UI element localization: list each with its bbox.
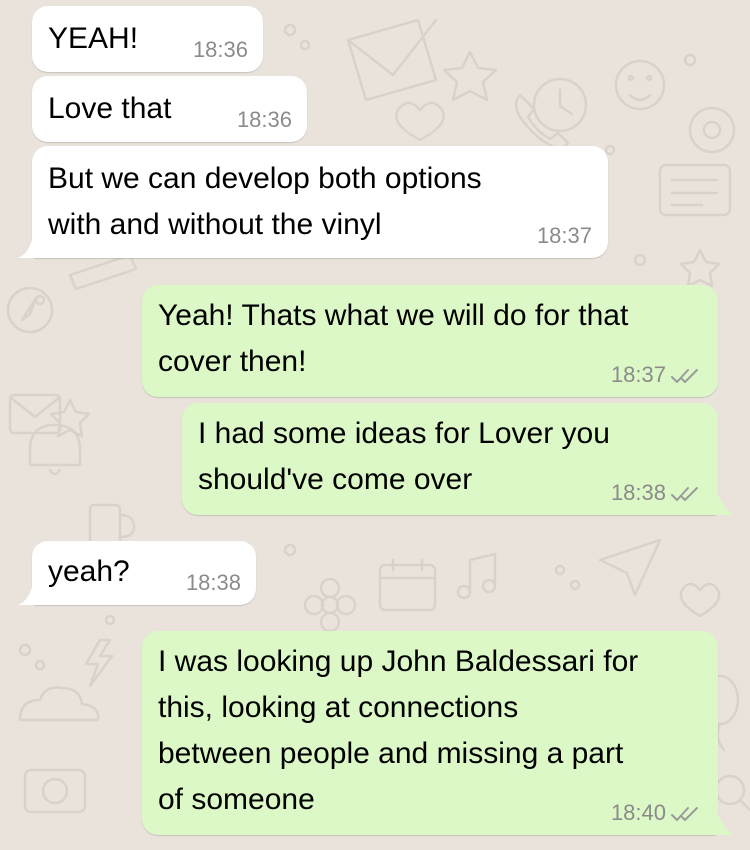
message-text: Yeah! Thats what we will do for that cov… [158, 299, 629, 378]
timestamp-text: 18:36 [236, 107, 292, 132]
message-text: Love that [48, 92, 172, 125]
bubble-tail-outgoing [716, 497, 734, 515]
message-timestamp: 18:37 [611, 363, 700, 387]
message-timestamp: 18:37 [537, 224, 592, 248]
double-check-read-icon [671, 487, 698, 502]
message-bubble-outgoing[interactable]: I was looking up John Baldessari for thi… [142, 631, 718, 835]
message-bubble-outgoing[interactable]: I had some ideas for Lover you should've… [182, 403, 718, 515]
message-text: But we can develop both options with and… [48, 162, 482, 241]
message-bubble-incoming[interactable]: YEAH! 18:36 [32, 6, 263, 72]
message-text: YEAH! [48, 22, 139, 55]
message-timestamp: 18:38 [186, 571, 241, 595]
message-timestamp: 18:36 [193, 38, 248, 62]
timestamp-text: 18:40 [610, 800, 666, 825]
message-bubble-outgoing[interactable]: Yeah! Thats what we will do for that cov… [142, 285, 718, 397]
timestamp-text: 18:37 [610, 362, 666, 387]
message-timestamp: 18:38 [611, 481, 700, 505]
message-text: yeah? [48, 555, 130, 588]
bubble-tail-incoming [18, 587, 36, 605]
message-text: I had some ideas for Lover you should've… [198, 417, 610, 496]
message-timestamp: 18:36 [237, 108, 292, 132]
double-check-read-icon [671, 369, 698, 384]
timestamp-text: 18:38 [610, 480, 666, 505]
timestamp-text: 18:38 [185, 570, 241, 595]
message-bubble-incoming[interactable]: Love that 18:36 [32, 76, 307, 142]
message-bubble-incoming[interactable]: But we can develop both options with and… [32, 146, 608, 258]
timestamp-text: 18:37 [536, 223, 592, 248]
bubble-tail-incoming [18, 240, 36, 258]
message-bubble-incoming[interactable]: yeah? 18:38 [32, 541, 256, 605]
double-check-read-icon [671, 807, 698, 822]
bubble-tail-outgoing [716, 817, 734, 835]
timestamp-text: 18:36 [192, 37, 248, 62]
message-text: I was looking up John Baldessari for thi… [158, 645, 639, 816]
message-timestamp: 18:40 [611, 801, 700, 825]
